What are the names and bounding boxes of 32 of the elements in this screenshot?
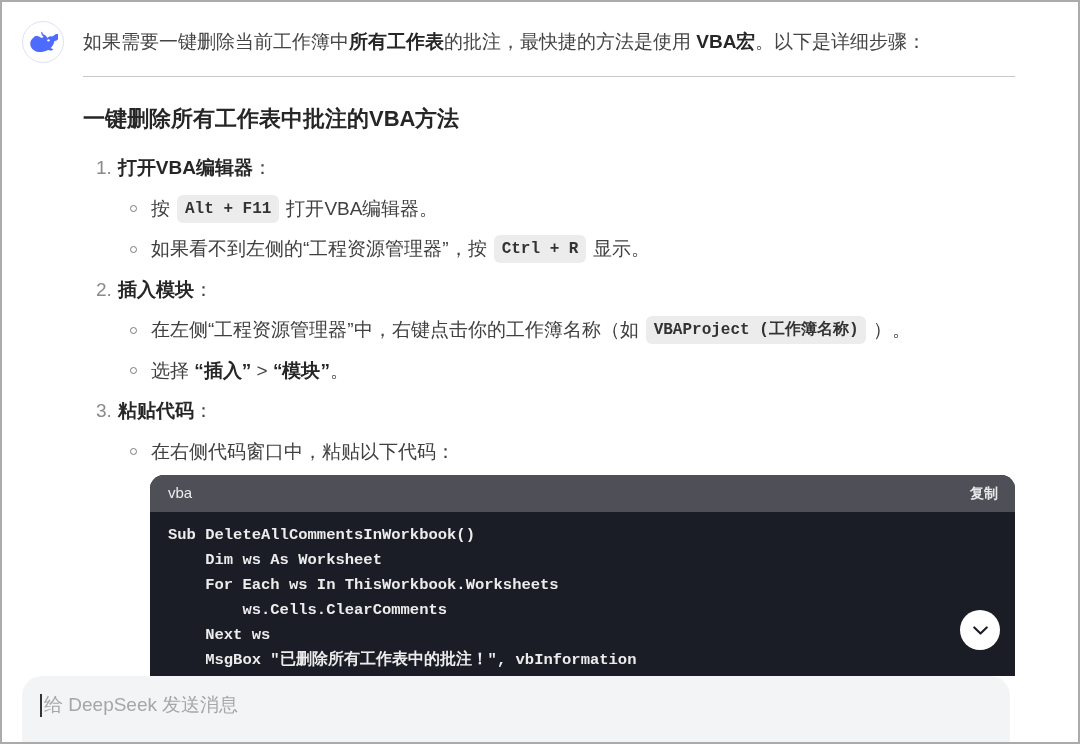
intro-text: 如果需要一键删除当前工作簿中所有工作表的批注，最快捷的方法是使用 VBA宏。以下是详细步骤： — [83, 29, 927, 54]
step-title: 打开VBA编辑器： — [117, 156, 272, 180]
list-text: 打开VBA编辑器。 — [286, 196, 439, 221]
list-text: 选择 “插入” > “模块”。 — [151, 358, 349, 383]
code-line: For Each ws In ThisWorkbook.Worksheets — [204, 575, 559, 596]
list-text: 显示。 — [593, 237, 651, 261]
inline-code: Alt + F11 — [177, 194, 280, 223]
list-text: 在右侧代码窗口中，粘贴以下代码： — [151, 439, 455, 464]
chevron-down-icon — [972, 625, 988, 635]
section-heading: 一键删除所有工作表中批注的VBA方法 — [83, 104, 460, 133]
list-text: ）。 — [873, 318, 912, 342]
list-number: 2. — [96, 277, 112, 302]
copy-button[interactable]: 复制 — [970, 483, 998, 504]
inline-code: VBAProject (工作簿名称) — [645, 316, 867, 345]
code-line: Dim ws As Worksheet — [204, 550, 382, 571]
list-text: 在左侧“工程资源管理器”中，右键点击你的工作簿名称（如 — [151, 318, 639, 342]
code-line: ws.Cells.ClearComments — [241, 600, 448, 621]
step-title: 插入模块： — [117, 277, 213, 302]
inline-code: Ctrl + R — [493, 235, 587, 264]
scroll-down-button[interactable] — [960, 610, 1000, 650]
whale-logo-icon — [22, 21, 64, 63]
list-text: 按 — [151, 196, 170, 221]
code-line: Sub DeleteAllCommentsInWorkbook() — [168, 525, 475, 546]
text-cursor-icon — [40, 694, 42, 717]
code-line: Next ws — [204, 625, 271, 646]
step-title: 粘贴代码： — [117, 399, 213, 423]
message-input[interactable]: 给 DeepSeek 发送消息 — [22, 676, 1010, 742]
list-number: 1. — [96, 156, 112, 180]
list-number: 3. — [96, 399, 112, 423]
code-line: MsgBox "已删除所有工作表中的批注！", vbInformation — [204, 649, 637, 671]
code-language-label: vba — [168, 483, 193, 504]
list-text: 如果看不到左侧的“工程资源管理器”，按 — [151, 237, 487, 261]
